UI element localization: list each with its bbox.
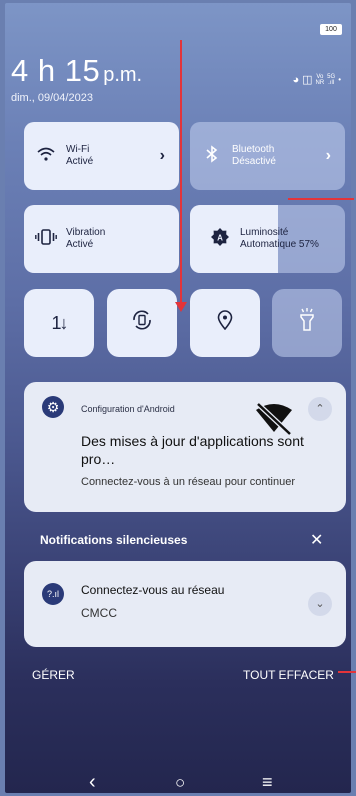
settings-gear-icon: ⚙ [42, 396, 64, 418]
data-transfer-icon: 1↓ [51, 312, 68, 333]
annotation-line-clear-all [338, 671, 356, 673]
annotation-line-brightness [288, 198, 354, 200]
nfc-icon: ◕ [292, 73, 300, 86]
flashlight-icon [298, 308, 316, 338]
bluetooth-arrow-icon[interactable]: › [326, 147, 331, 165]
network-alert-icon: ?.ıl [42, 583, 64, 605]
annotation-arrow-head [175, 302, 187, 312]
wifi-label: Wi-Fi Activé [66, 144, 94, 167]
notification-app-name: Configuration d'Android [81, 404, 175, 414]
network-notification-title: Connectez-vous au réseau [81, 583, 225, 597]
notification-text: Connectez-vous à un réseau pour continue… [81, 476, 296, 488]
back-icon[interactable]: ‹ [89, 771, 96, 793]
wifi-off-icon [256, 402, 292, 436]
clock-ampm: p.m. [103, 64, 143, 86]
silent-close-icon[interactable]: ✕ [310, 530, 323, 550]
notification-card[interactable]: ⚙ Configuration d'Android ⌃ Des mises à … [24, 382, 346, 512]
network-notification-card[interactable]: ?.ıl Connectez-vous au réseau CMCC ⌄ [24, 561, 346, 647]
bluetooth-icon [200, 144, 224, 168]
network-notification-subtitle: CMCC [81, 606, 117, 620]
battery-icon: 100 [320, 24, 342, 35]
wifi-tile[interactable]: Wi-Fi Activé › [24, 122, 179, 190]
signal-icon: 5G .ıll [327, 73, 336, 86]
vibration-tile[interactable]: Vibration Activé [24, 205, 179, 273]
recents-icon[interactable]: ≡ [262, 772, 273, 793]
notification-title: Des mises à jour d'applications sont pro… [81, 433, 304, 467]
silent-notifications-header: Notifications silencieuses [40, 533, 188, 547]
manage-button[interactable]: GÉRER [32, 668, 75, 682]
notification-shade: 100 4 h 15 p.m. dim., 09/04/2023 ◕ ◫ Vo NR… [5, 3, 351, 793]
volte-icon: Vo NR [315, 73, 325, 86]
wifi-arrow-icon[interactable]: › [160, 147, 165, 165]
clock-time: 4 h 15 [11, 53, 101, 88]
annotation-arrow-line [180, 40, 182, 308]
clear-all-button[interactable]: TOUT EFFACER [243, 668, 334, 682]
date-label: dim., 09/04/2023 [11, 92, 93, 104]
auto-rotate-icon [131, 309, 153, 337]
clock: 4 h 15 p.m. [11, 53, 142, 89]
location-icon [217, 310, 233, 336]
bluetooth-label: Bluetooth Désactivé [232, 144, 276, 167]
bluetooth-tile[interactable]: Bluetooth Désactivé › [190, 122, 345, 190]
data-toggle[interactable]: 1↓ [24, 289, 94, 357]
collapse-button[interactable]: ⌃ [308, 397, 332, 421]
dot-icon: • [338, 75, 341, 84]
brightness-label: Luminosité Automatique 57% [240, 227, 319, 250]
expand-button[interactable]: ⌄ [308, 592, 332, 616]
brightness-tile[interactable]: A Luminosité Automatique 57% [190, 205, 345, 273]
svg-text:A: A [217, 233, 223, 242]
wifi-icon [34, 146, 58, 167]
status-icons: ◕ ◫ Vo NR 5G .ıll • [292, 73, 341, 87]
vibration-label: Vibration Activé [66, 227, 106, 250]
location-toggle[interactable] [190, 289, 260, 357]
auto-rotate-toggle[interactable] [107, 289, 177, 357]
vibrate-icon: ◫ [302, 74, 313, 86]
home-icon[interactable]: ○ [175, 773, 185, 793]
vibration-icon [34, 228, 58, 251]
auto-brightness-icon: A [208, 227, 232, 251]
flashlight-toggle[interactable] [272, 289, 342, 357]
